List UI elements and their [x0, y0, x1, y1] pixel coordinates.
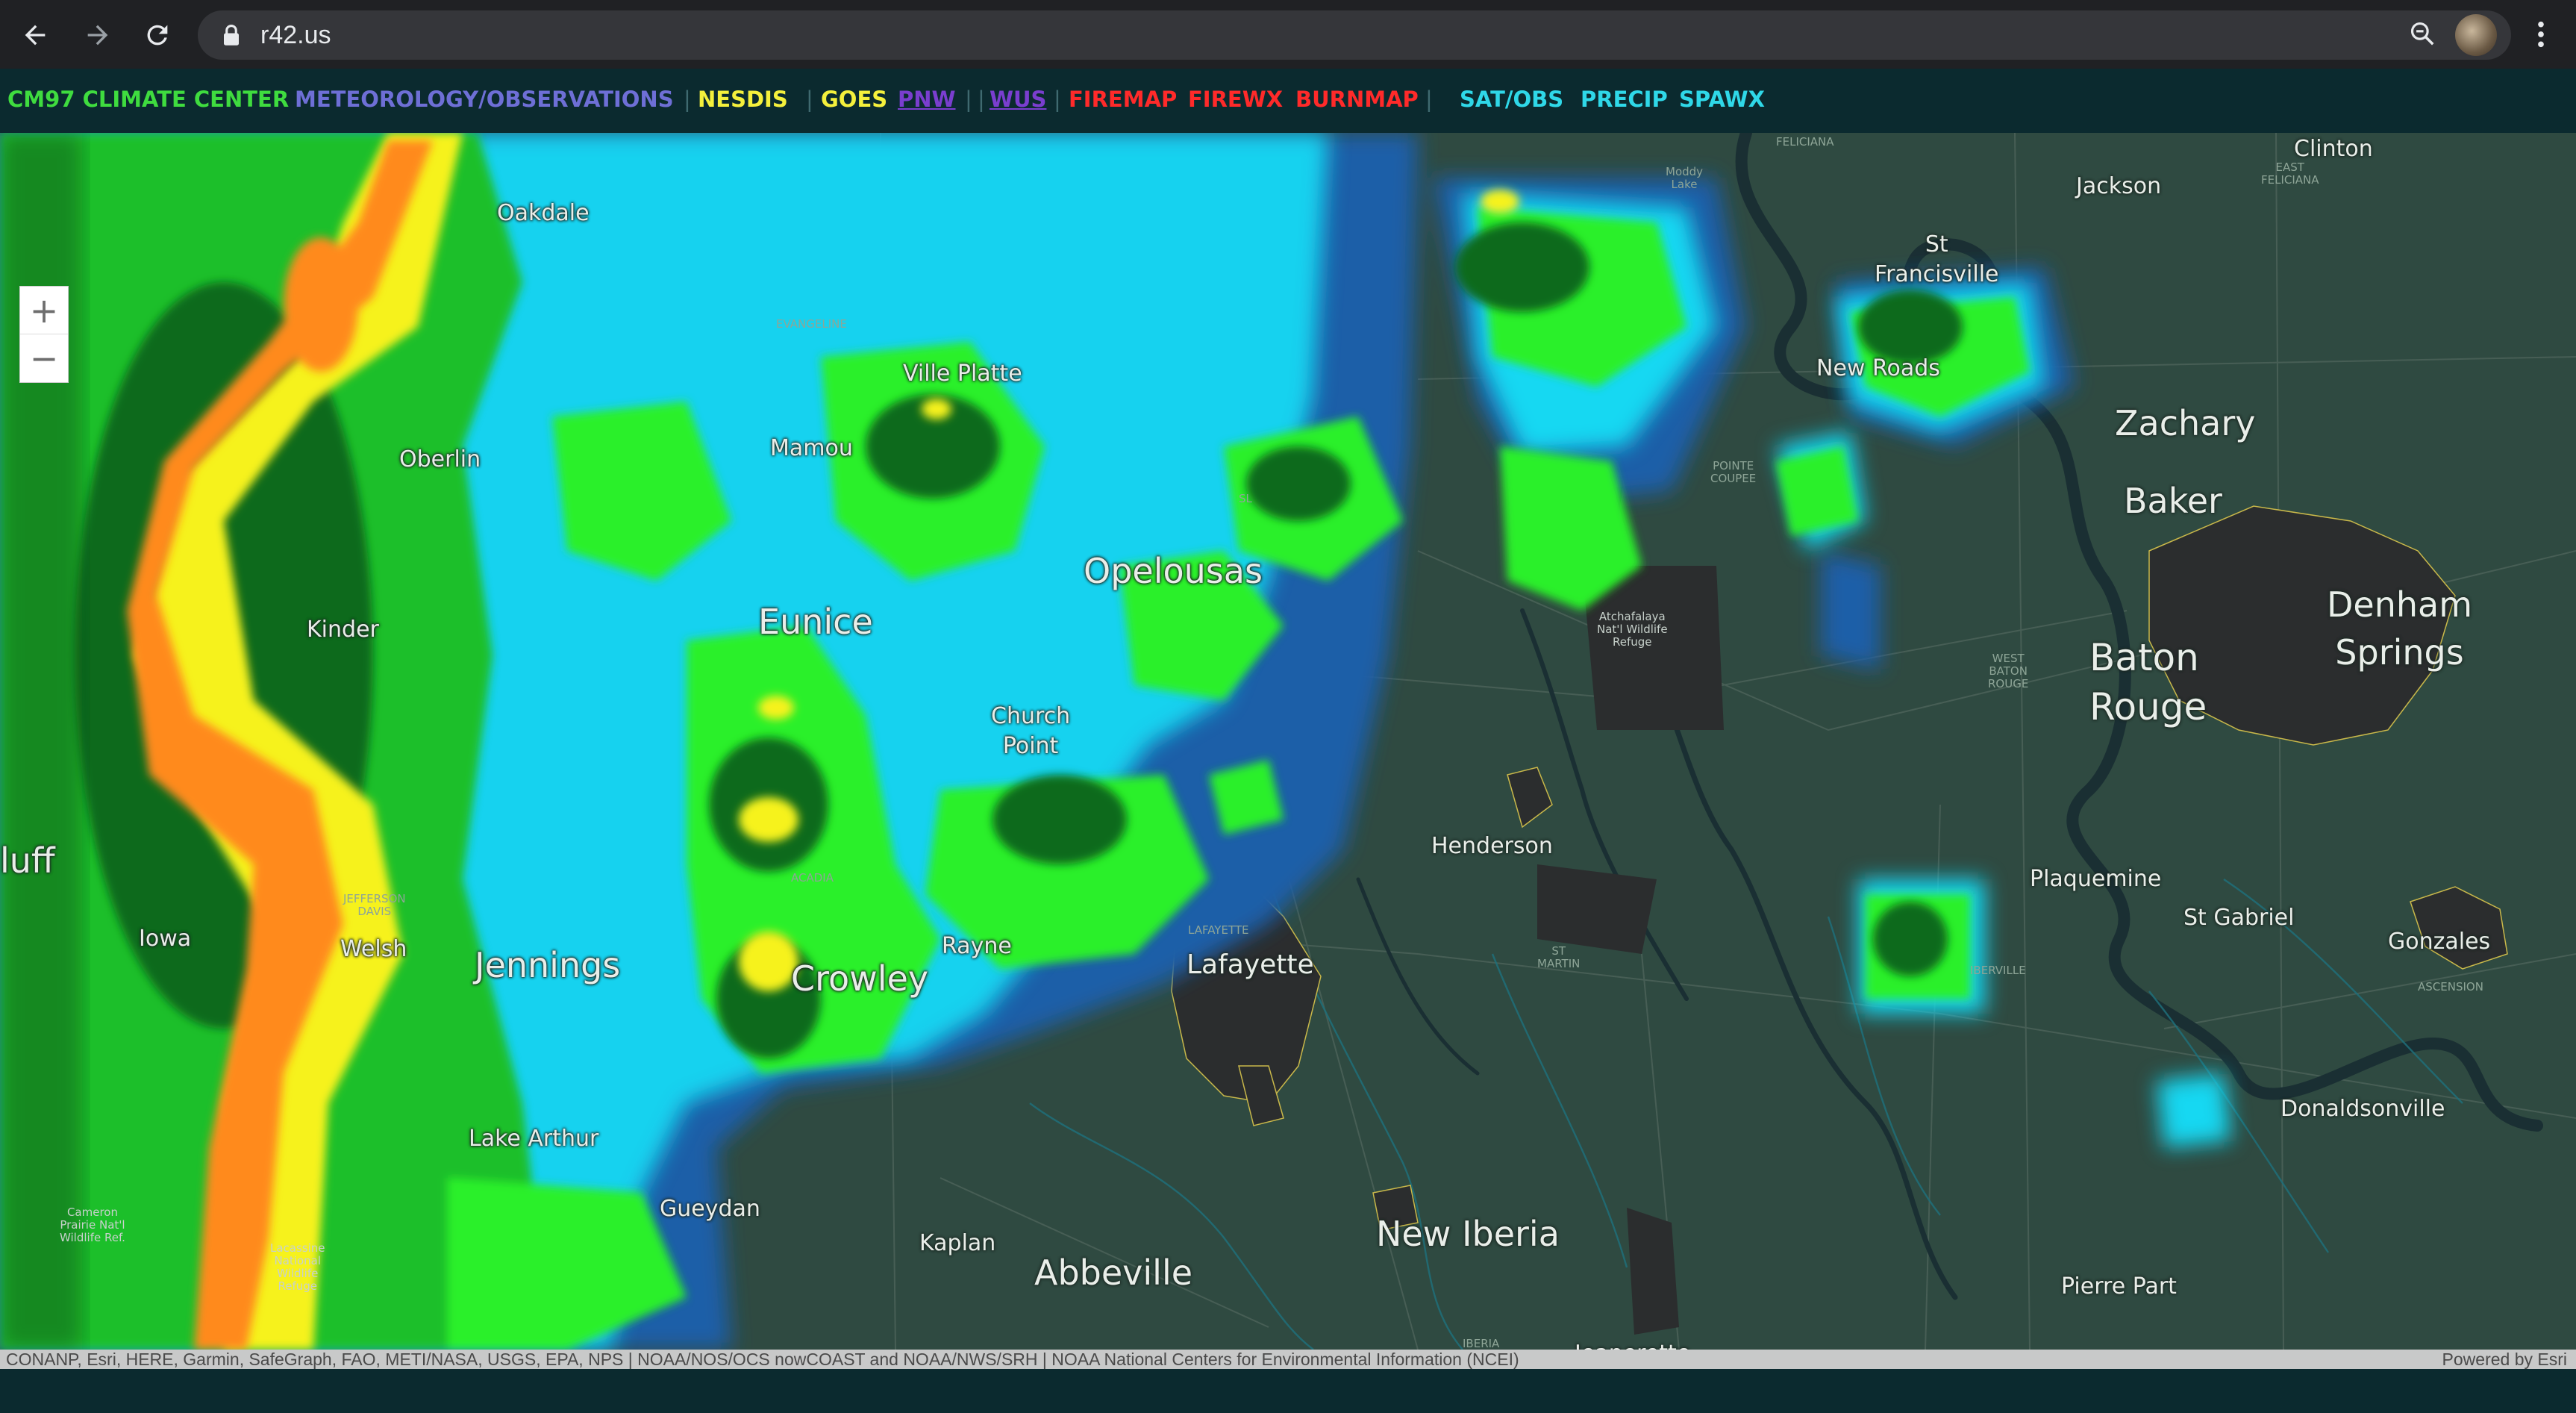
- parish-label-feliciana: FELICIANA: [1776, 135, 1834, 149]
- avatar[interactable]: [2455, 14, 2497, 56]
- nav-separator: |: [684, 87, 691, 112]
- place-label-kaplan: Kaplan: [919, 1230, 996, 1256]
- address-bar[interactable]: r42.us: [198, 10, 2511, 60]
- place-label-jackson: Jackson: [2076, 173, 2162, 199]
- place-label-oberlin: Oberlin: [399, 446, 481, 472]
- reload-icon[interactable]: [131, 9, 184, 61]
- nav-link-goes[interactable]: GOES: [821, 87, 887, 112]
- forward-icon[interactable]: [72, 9, 124, 61]
- place-label-welsh: Welsh: [340, 936, 407, 962]
- attribution-text[interactable]: CONANP, Esri, HERE, Garmin, SafeGraph, F…: [6, 1350, 1519, 1369]
- parish-label-lafayette: LAFAYETTE: [1188, 923, 1249, 937]
- parish-label-acadia: ACADIA: [791, 871, 834, 885]
- place-label-lafayette: Lafayette: [1187, 949, 1314, 980]
- back-icon[interactable]: [9, 9, 61, 61]
- parish-label-east-feliciana: EAST FELICIANA: [2261, 160, 2319, 187]
- parish-label-ascension: ASCENSION: [2418, 980, 2483, 994]
- place-label-baton-rouge: Baton Rouge: [2089, 636, 2207, 729]
- zoom-out-button[interactable]: −: [20, 334, 68, 381]
- place-label-baker: Baker: [2124, 481, 2222, 521]
- place-label-rayne: Rayne: [942, 933, 1012, 959]
- parish-label-pointe-coupee: POINTE COUPEE: [1710, 459, 1757, 485]
- nav-link-cm97-climate-center[interactable]: CM97 CLIMATE CENTER: [7, 87, 289, 112]
- zoom-in-button[interactable]: +: [20, 287, 68, 334]
- place-label-new-roads: New Roads: [1816, 355, 1940, 381]
- place-label-iowa: Iowa: [139, 926, 192, 952]
- place-label-gueydan: Gueydan: [660, 1196, 760, 1222]
- map-canvas[interactable]: [0, 133, 2576, 1350]
- refuge-label-cameron: Cameron Prairie Nat'l Wildlife Ref.: [60, 1205, 125, 1244]
- place-label-denham-springs: Denham Springs: [2327, 584, 2473, 673]
- nav-link-pnw[interactable]: PNW: [898, 87, 956, 112]
- place-label-eunice: Eunice: [758, 602, 873, 642]
- place-label-jennings: Jennings: [475, 945, 621, 985]
- parish-label-jefferson-davis: JEFFERSON DAVIS: [343, 892, 406, 918]
- place-label-church-point: Church Point: [991, 703, 1071, 759]
- parish-label-iberia: IBERIA: [1463, 1337, 1500, 1350]
- place-label-plaquemine: Plaquemine: [2030, 866, 2162, 892]
- browser-toolbar: r42.us: [0, 0, 2576, 69]
- nav-separator: |: [965, 87, 972, 112]
- place-label-bluff: luff: [0, 840, 55, 881]
- nav-link-burnmap[interactable]: BURNMAP: [1295, 87, 1419, 112]
- parish-label-evangeline: EVANGELINE: [776, 317, 847, 331]
- place-label-jeanerette: Jeanerette: [1575, 1341, 1690, 1350]
- place-label-donaldsonville: Donaldsonville: [2280, 1096, 2445, 1122]
- place-label-mamou: Mamou: [770, 435, 853, 461]
- nav-separator: |: [1425, 87, 1433, 112]
- lock-icon[interactable]: [219, 22, 244, 48]
- menu-icon[interactable]: [2526, 12, 2556, 57]
- nav-link-firewx[interactable]: FIREWX: [1188, 87, 1283, 112]
- place-label-zachary: Zachary: [2115, 403, 2256, 443]
- nav-link-precip[interactable]: PRECIP: [1581, 87, 1668, 112]
- place-label-kinder: Kinder: [307, 617, 379, 643]
- place-label-ville-platte: Ville Platte: [903, 361, 1022, 387]
- place-label-lake-arthur: Lake Arthur: [469, 1126, 599, 1152]
- nav-separator: |: [806, 87, 813, 112]
- place-label-crowley: Crowley: [791, 958, 929, 999]
- place-label-oakdale: Oakdale: [497, 200, 590, 226]
- lake-label: Moddy Lake: [1666, 165, 1704, 191]
- place-label-st-gabriel: St Gabriel: [2183, 905, 2295, 931]
- place-label-opelousas: Opelousas: [1084, 551, 1263, 591]
- nav-separator: |: [978, 87, 985, 112]
- nav-link-meteorology-observations[interactable]: METEOROLOGY/OBSERVATIONS: [295, 87, 674, 112]
- powered-by-esri[interactable]: Powered by Esri: [2442, 1350, 2567, 1369]
- nav-link-firemap[interactable]: FIREMAP: [1069, 87, 1177, 112]
- site-nav: CM97 CLIMATE CENTER METEOROLOGY/OBSERVAT…: [0, 69, 2576, 133]
- zoom-icon[interactable]: [2408, 19, 2436, 52]
- url-text[interactable]: r42.us: [260, 21, 331, 50]
- nav-link-sat-obs[interactable]: SAT/OBS: [1460, 87, 1563, 112]
- nav-separator: |: [1054, 87, 1061, 112]
- precip-map[interactable]: + − Oakdale Oberlin Kinder Mamou Ville P…: [0, 133, 2576, 1350]
- place-label-abbeville: Abbeville: [1034, 1253, 1193, 1293]
- parish-label-st-martin: ST MARTIN: [1537, 944, 1581, 970]
- nav-link-spawx[interactable]: SPAWX: [1679, 87, 1765, 112]
- refuge-label-atchafalaya: Atchafalaya Nat'l Wildlife Refuge: [1597, 610, 1668, 649]
- nav-link-nesdis[interactable]: NESDIS: [698, 87, 788, 112]
- place-label-clinton: Clinton: [2294, 136, 2373, 162]
- place-label-henderson: Henderson: [1431, 833, 1553, 859]
- page-footer: [0, 1369, 2576, 1413]
- place-label-new-iberia: New Iberia: [1376, 1214, 1560, 1254]
- place-label-pierre-part: Pierre Part: [2061, 1273, 2177, 1300]
- map-attribution: CONANP, Esri, HERE, Garmin, SafeGraph, F…: [0, 1350, 2576, 1369]
- zoom-control: + −: [19, 286, 69, 383]
- parish-label-west-baton-rouge: WEST BATON ROUGE: [1988, 652, 2029, 690]
- nav-link-wus[interactable]: WUS: [990, 87, 1046, 112]
- place-label-gonzales: Gonzales: [2388, 929, 2491, 955]
- refuge-label-lacassine: Lacassine National Wildlife Refuge: [270, 1241, 325, 1293]
- place-label-st-francisville: St Francisville: [1875, 231, 1999, 287]
- parish-label-iberville: IBERVILLE: [1970, 964, 2026, 977]
- parish-label-sl: SL: [1239, 492, 1252, 505]
